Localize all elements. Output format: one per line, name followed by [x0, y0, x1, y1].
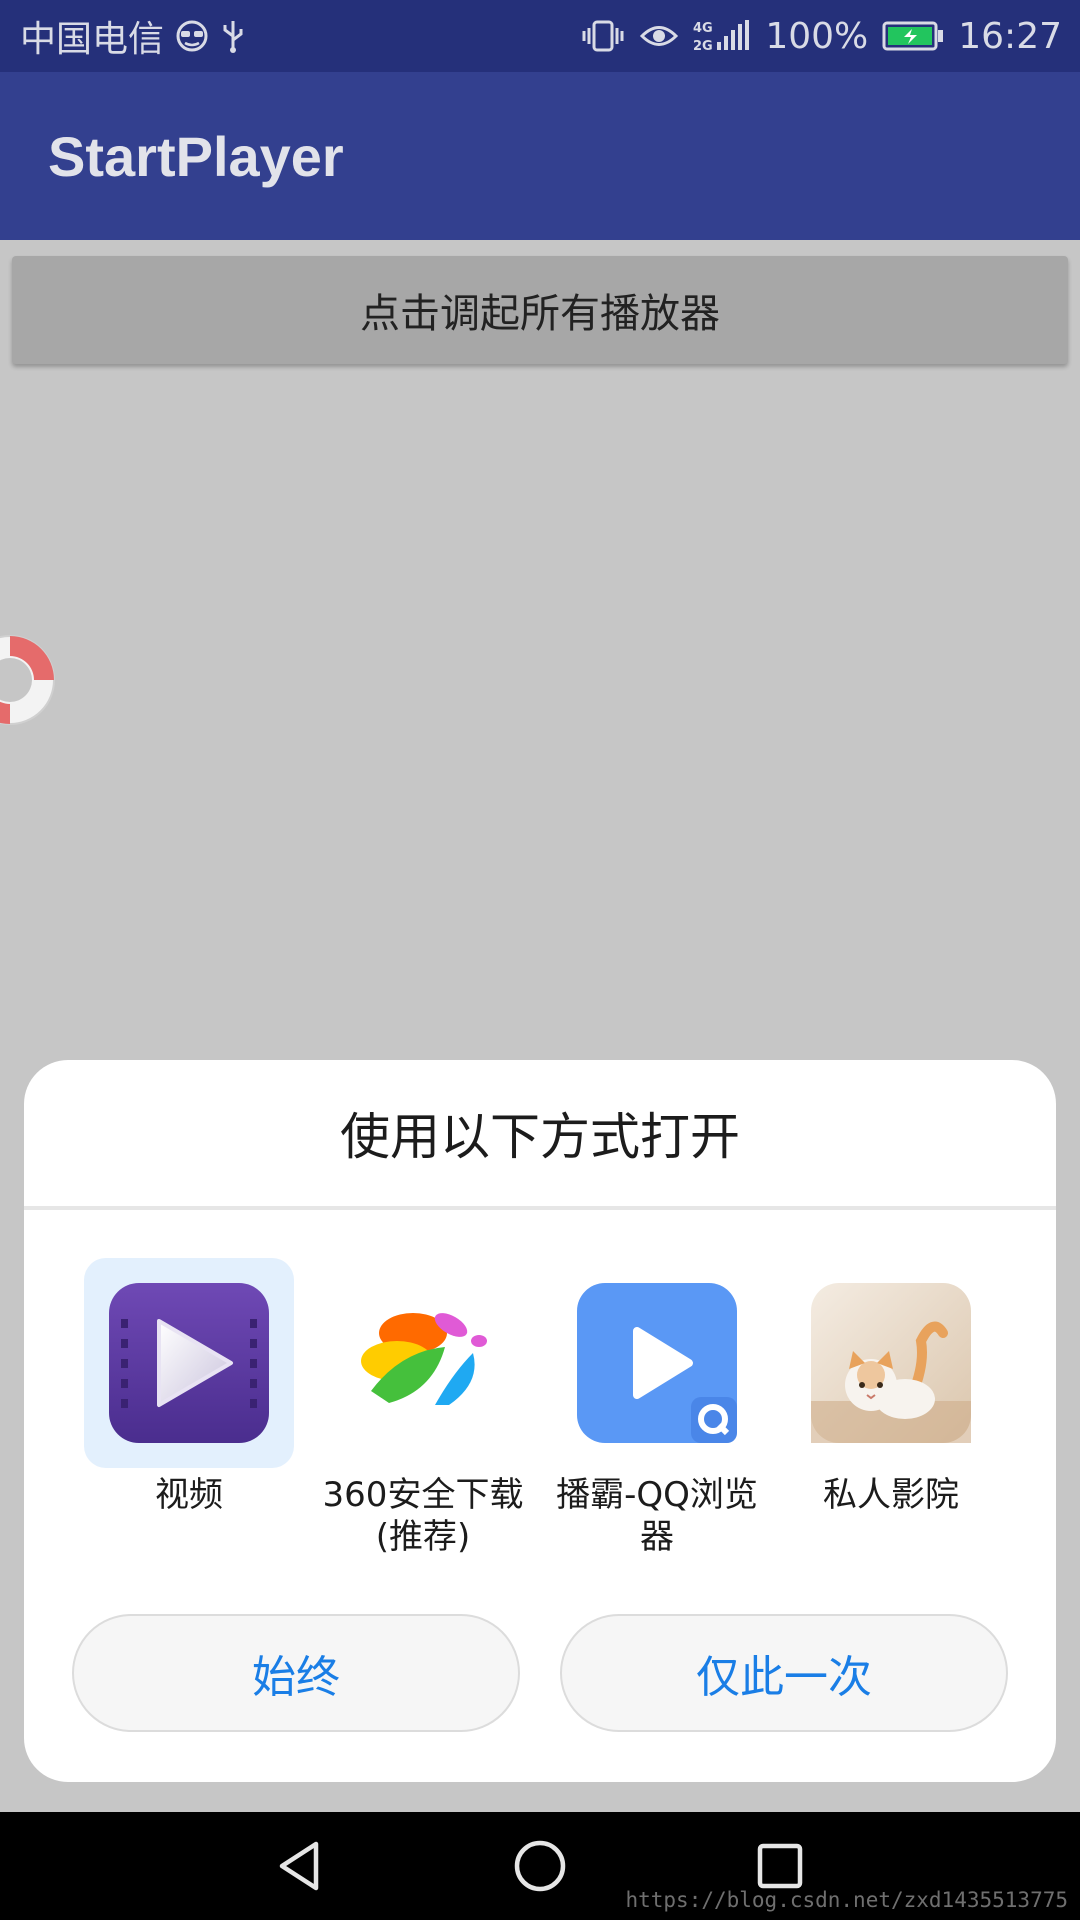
app-icon-wrap	[318, 1258, 528, 1468]
status-right: 4G 2G 100% 16:27	[581, 16, 1062, 57]
app-label: 视频	[155, 1475, 223, 1515]
just-once-button[interactable]: 仅此一次	[560, 1614, 1008, 1732]
clock: 16:27	[958, 15, 1062, 57]
launch-all-players-button[interactable]: 点击调起所有播放器	[12, 256, 1068, 364]
always-button[interactable]: 始终	[72, 1614, 520, 1732]
app-label: 私人影院	[823, 1475, 959, 1515]
dialog-divider	[24, 1206, 1056, 1210]
app-title: StartPlayer	[48, 124, 344, 188]
app-label: 播霸-QQ浏览 器	[556, 1475, 758, 1557]
watermark: https://blog.csdn.net/zxd1435513775	[625, 1888, 1068, 1912]
app-icon-wrap	[84, 1258, 294, 1468]
app-option-private-cinema[interactable]: 私人影院	[786, 1258, 996, 1578]
private-cinema-icon	[811, 1283, 971, 1443]
back-icon[interactable]	[264, 1830, 336, 1902]
qq-browser-player-icon	[577, 1283, 737, 1443]
app-icon-wrap	[552, 1258, 762, 1468]
navigation-bar: https://blog.csdn.net/zxd1435513775	[0, 1812, 1080, 1920]
app-option-qq-browser-player[interactable]: 播霸-QQ浏览 器	[552, 1258, 762, 1578]
carrier-name: 中国电信	[20, 19, 165, 60]
open-with-dialog: 使用以下方式打开 视频 360安全下载 (推荐) 播霸-QQ浏览 器 私人影院 …	[24, 1060, 1056, 1782]
status-left: 中国电信	[20, 10, 246, 62]
svg-text:2G: 2G	[693, 39, 713, 54]
app-bar: StartPlayer	[0, 72, 1080, 240]
app-chooser-row: 视频 360安全下载 (推荐) 播霸-QQ浏览 器 私人影院	[24, 1258, 1056, 1578]
app-option-video[interactable]: 视频	[84, 1258, 294, 1578]
vibrate-icon	[581, 19, 625, 53]
dialog-title: 使用以下方式打开	[340, 1108, 740, 1166]
app-label: 360安全下载 (推荐)	[322, 1475, 524, 1557]
home-icon[interactable]	[504, 1830, 576, 1902]
360-download-icon	[361, 1313, 487, 1405]
video-app-icon	[109, 1283, 269, 1443]
status-bar: 中国电信 4G 2G 100% 16:27	[0, 0, 1080, 72]
app-icon-wrap	[786, 1258, 996, 1468]
glasses-icon	[174, 20, 210, 52]
eye-icon	[639, 21, 679, 51]
dialog-actions: 始终 仅此一次	[24, 1614, 1056, 1734]
app-option-360-download[interactable]: 360安全下载 (推荐)	[318, 1258, 528, 1578]
signal-icon: 4G 2G	[693, 18, 751, 54]
svg-text:4G: 4G	[693, 21, 713, 36]
usb-icon	[220, 18, 246, 54]
lifebuoy-icon[interactable]	[0, 630, 60, 730]
battery-percent: 100%	[765, 15, 869, 57]
battery-charging-icon	[882, 21, 944, 51]
